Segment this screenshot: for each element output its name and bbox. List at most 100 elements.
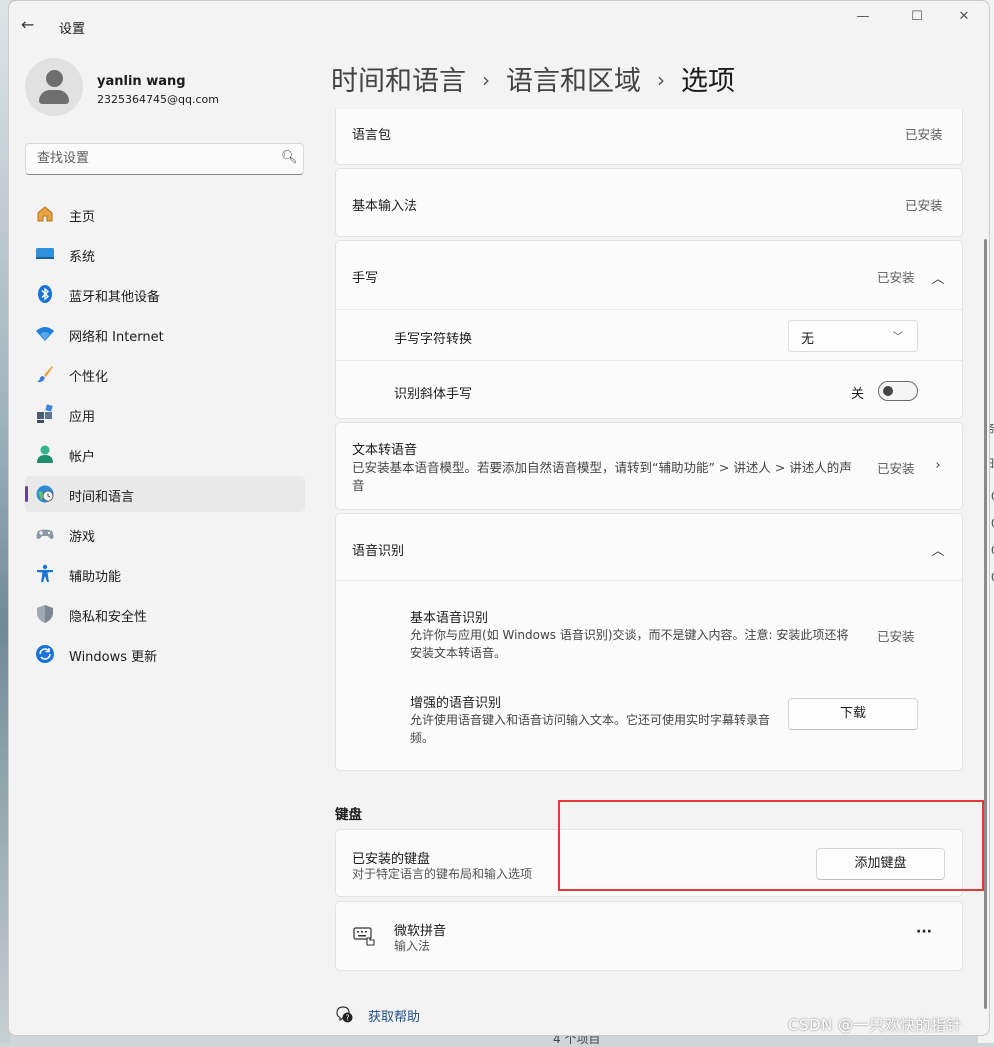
back-arrow-icon[interactable]: ←: [21, 15, 45, 37]
minimize-button[interactable]: —: [849, 9, 877, 29]
search-input[interactable]: [35, 150, 269, 167]
download-button[interactable]: 下载: [788, 698, 918, 730]
chevron-up-icon[interactable]: ︿: [931, 540, 945, 559]
speech-title: 语音识别: [352, 544, 405, 559]
sidebar-item-accounts[interactable]: 帐户: [25, 436, 305, 472]
get-help-label: 获取帮助: [368, 1010, 421, 1025]
sidebar-item-home[interactable]: 主页: [25, 196, 305, 232]
selected-indicator: [25, 486, 28, 502]
page-title: 选项: [681, 66, 735, 97]
basic-speech-status: 已安装: [877, 629, 915, 644]
options-content: 语言包 已安装 基本输入法 已安装 手写 已安装 ︿ 手写字符转换 无 ﹀ 识别…: [335, 109, 963, 1035]
enhanced-speech-title: 增强的语音识别: [410, 696, 502, 711]
breadcrumb-item[interactable]: 时间和语言: [331, 66, 466, 97]
sidebar-item-network[interactable]: 网络和 Internet: [25, 316, 305, 352]
user-email: 2325364745@qq.com: [97, 93, 219, 106]
sidebar-item-label: 系统: [69, 250, 96, 265]
char-conversion-dropdown[interactable]: 无 ﹀: [788, 320, 918, 352]
breadcrumb-separator: ›: [482, 68, 490, 92]
sidebar-item-label: 帐户: [69, 450, 96, 465]
title-bar: ← 设置 — ☐ ✕: [9, 1, 989, 49]
installed-keyboards-description: 对于特定语言的键布局和输入选项: [352, 867, 533, 881]
maximize-button[interactable]: ☐: [903, 9, 931, 29]
scrollbar[interactable]: [984, 239, 987, 1009]
sidebar-item-personalization[interactable]: 个性化: [25, 356, 305, 392]
breadcrumb-separator: ›: [657, 68, 665, 92]
app-title: 设置: [59, 22, 86, 37]
tts-status: 已安装: [877, 461, 915, 476]
tts-title: 文本转语音: [352, 443, 418, 458]
gamepad-icon: [36, 529, 54, 539]
sidebar-nav: 主页 系统 蓝牙和其他设备 网络和 Internet 个性化 应用 帐户 时间和…: [25, 196, 305, 676]
sidebar-item-label: 主页: [69, 210, 96, 225]
tts-description: 已安装基本语音模型。若要添加自然语音模型，请转到“辅助功能” > 讲述人 > 讲…: [352, 460, 852, 493]
toggle-state-label: 关: [851, 387, 865, 402]
apps-icon: [37, 404, 53, 423]
sidebar-item-label: 应用: [69, 410, 96, 425]
language-pack-title: 语言包: [352, 128, 392, 143]
svg-text:?: ?: [346, 1014, 350, 1023]
basic-input-status: 已安装: [905, 198, 943, 213]
enhanced-speech-description: 允许使用语音键入和语音访问输入文本。它还可使用实时字幕转录音频。: [410, 713, 771, 745]
brush-icon: [37, 366, 53, 383]
italic-handwriting-label: 识别斜体手写: [394, 387, 473, 402]
sidebar-item-accessibility[interactable]: 辅助功能: [25, 556, 305, 592]
sidebar-item-label: 时间和语言: [69, 490, 135, 505]
sidebar-item-label: 游戏: [69, 530, 96, 545]
breadcrumb-item[interactable]: 语言和区域: [506, 66, 641, 97]
sidebar-item-gaming[interactable]: 游戏: [25, 516, 305, 552]
help-icon: ?: [336, 1006, 353, 1023]
user-name: yanlin wang: [97, 74, 186, 89]
speech-header[interactable]: 语音识别 ︿: [336, 514, 962, 580]
keyboard-type: 输入法: [394, 939, 431, 953]
system-icon: [36, 248, 54, 259]
sidebar-item-label: 网络和 Internet: [69, 330, 164, 345]
speech-recognition-card: 语音识别 ︿ 基本语音识别 允许你与应用(如 Windows 语音识别)交谈，而…: [335, 513, 963, 771]
basic-speech-description: 允许你与应用(如 Windows 语音识别)交谈，而不是键入内容。注意: 安装此…: [410, 628, 849, 660]
sidebar-item-label: Windows 更新: [69, 650, 158, 665]
breadcrumb: 时间和语言 › 语言和区域 › 选项: [331, 59, 735, 98]
chevron-right-icon: ›: [935, 458, 941, 473]
search-box[interactable]: 🔍︎: [25, 143, 304, 175]
search-icon[interactable]: 🔍︎: [281, 150, 298, 165]
sidebar-item-windows-update[interactable]: Windows 更新: [25, 636, 305, 672]
handwriting-title: 手写: [352, 271, 379, 286]
chevron-down-icon: ﹀: [893, 332, 903, 343]
handwriting-card: 手写 已安装 ︿ 手写字符转换 无 ﹀ 识别斜体手写 关: [335, 240, 963, 419]
more-options-icon[interactable]: ···: [916, 924, 932, 940]
sidebar-item-label: 蓝牙和其他设备: [69, 290, 161, 305]
accessibility-icon: [37, 564, 53, 582]
char-conversion-label: 手写字符转换: [394, 332, 473, 347]
keyboard-item-card: 微软拼音 输入法 ···: [335, 901, 963, 971]
avatar: [25, 58, 83, 116]
watermark: CSDN @一只欢快的指针: [788, 1016, 963, 1034]
italic-handwriting-toggle[interactable]: [878, 381, 918, 401]
sidebar-item-apps[interactable]: 应用: [25, 396, 305, 432]
sidebar-item-label: 辅助功能: [69, 570, 122, 585]
basic-input-title: 基本输入法: [352, 199, 418, 214]
handwriting-header[interactable]: 手写 已安装 ︿: [336, 241, 962, 309]
close-button[interactable]: ✕: [950, 9, 978, 29]
update-icon: [36, 645, 54, 663]
sidebar-item-bluetooth[interactable]: 蓝牙和其他设备: [25, 276, 305, 312]
sidebar-item-privacy[interactable]: 隐私和安全性: [25, 596, 305, 632]
tts-card[interactable]: 文本转语音 已安装基本语音模型。若要添加自然语音模型，请转到“辅助功能” > 讲…: [335, 422, 963, 510]
chevron-up-icon[interactable]: ︿: [931, 268, 945, 287]
wifi-icon: [36, 327, 54, 341]
globe-clock-icon: [36, 485, 54, 503]
keyboard-section-heading: 键盘: [335, 807, 362, 823]
sidebar-item-system[interactable]: 系统: [25, 236, 305, 272]
language-pack-card: 语言包 已安装: [335, 109, 963, 165]
basic-input-card: 基本输入法 已安装: [335, 168, 963, 237]
account-icon: [37, 445, 53, 463]
sidebar-item-time-language[interactable]: 时间和语言: [25, 476, 305, 512]
highlight-annotation-box: [558, 800, 984, 891]
shield-icon: [37, 605, 53, 623]
home-icon: [37, 206, 53, 222]
language-pack-status: 已安装: [905, 127, 943, 142]
basic-speech-title: 基本语音识别: [410, 611, 489, 626]
dropdown-value: 无: [801, 332, 815, 347]
sidebar-item-label: 隐私和安全性: [69, 610, 148, 625]
keyboard-icon: [353, 927, 375, 946]
bluetooth-icon: [38, 285, 52, 303]
